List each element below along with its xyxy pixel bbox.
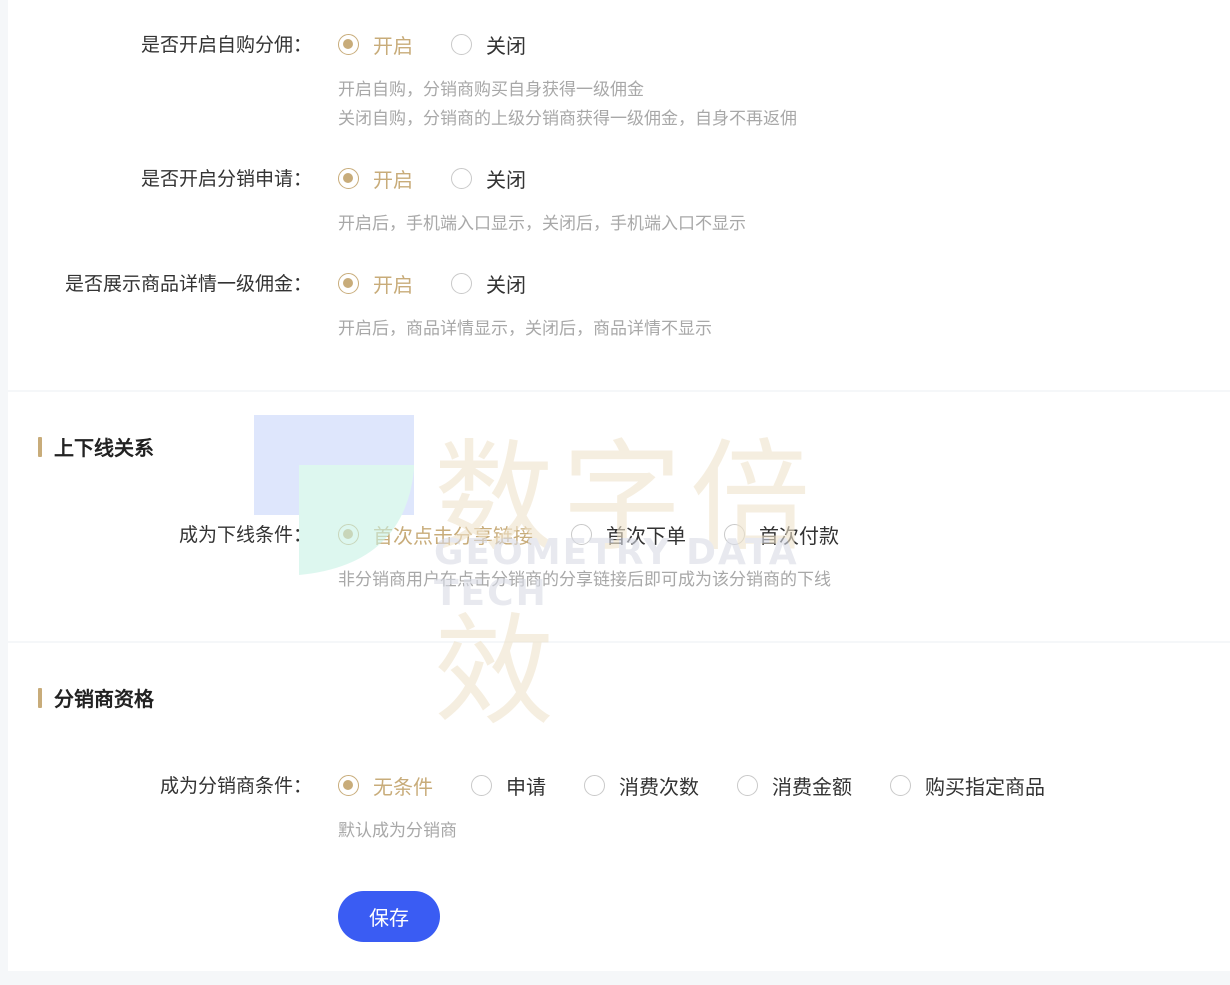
radio-unchecked-icon: [584, 775, 605, 796]
radio-option-no-condition[interactable]: 无条件: [338, 771, 433, 800]
radio-checked-icon: [338, 273, 359, 294]
radio-unchecked-icon: [571, 524, 592, 545]
show-commission-label: 是否展示商品详情一级佣金：: [64, 273, 312, 295]
radio-checked-icon: [338, 34, 359, 55]
distributor-condition-label: 成为分销商条件：: [159, 775, 312, 797]
apply-label: 是否开启分销申请：: [140, 168, 312, 190]
radio-unchecked-icon: [890, 775, 911, 796]
radio-option-apply[interactable]: 申请: [471, 771, 546, 800]
radio-option-first-order[interactable]: 首次下单: [571, 520, 686, 549]
self-purchase-radio-group: 开启 关闭: [338, 30, 564, 59]
apply-hint: 开启后，手机端入口显示，关闭后，手机端入口不显示: [338, 214, 746, 234]
radio-unchecked-icon: [451, 273, 472, 294]
radio-unchecked-icon: [471, 775, 492, 796]
radio-option-specific-product[interactable]: 购买指定商品: [890, 771, 1045, 800]
section-accent-bar: [38, 436, 42, 457]
distributor-condition-hint: 默认成为分销商: [338, 821, 457, 841]
radio-option-first-payment[interactable]: 首次付款: [724, 520, 839, 549]
radio-option-enable[interactable]: 开启: [338, 30, 413, 59]
section-title-relation: 上下线关系: [38, 432, 154, 461]
radio-option-disable[interactable]: 关闭: [451, 269, 526, 298]
self-purchase-label: 是否开启自购分佣：: [140, 34, 312, 56]
apply-radio-group: 开启 关闭: [338, 164, 564, 193]
downline-condition-hint: 非分销商用户在点击分销商的分享链接后即可成为该分销商的下线: [338, 570, 831, 590]
section-title-qualification: 分销商资格: [38, 683, 154, 712]
radio-option-disable[interactable]: 关闭: [451, 30, 526, 59]
radio-checked-icon: [338, 524, 359, 545]
settings-card: 是否开启自购分佣： 开启 关闭 开启自购，分销商购买自身获得一级佣金 关闭自购，…: [8, 0, 1230, 390]
downline-condition-radio-group: 首次点击分享链接 首次下单 首次付款: [338, 520, 877, 549]
section-accent-bar: [38, 687, 42, 708]
radio-unchecked-icon: [451, 34, 472, 55]
save-button[interactable]: 保存: [338, 891, 440, 942]
show-commission-hint: 开启后，商品详情显示，关闭后，商品详情不显示: [338, 319, 712, 339]
radio-option-enable[interactable]: 开启: [338, 164, 413, 193]
radio-option-enable[interactable]: 开启: [338, 269, 413, 298]
qualification-card: 分销商资格 成为分销商条件： 无条件 申请 消费次数 消费金额 购买指定商品 默…: [8, 643, 1230, 971]
radio-option-purchase-count[interactable]: 消费次数: [584, 771, 699, 800]
relation-card: 上下线关系 成为下线条件： 首次点击分享链接 首次下单 首次付款 非分销商用户在…: [8, 392, 1230, 641]
radio-option-purchase-amount[interactable]: 消费金额: [737, 771, 852, 800]
distributor-condition-radio-group: 无条件 申请 消费次数 消费金额 购买指定商品: [338, 771, 1083, 800]
show-commission-radio-group: 开启 关闭: [338, 269, 564, 298]
radio-unchecked-icon: [724, 524, 745, 545]
radio-option-first-share-click[interactable]: 首次点击分享链接: [338, 520, 533, 549]
downline-condition-label: 成为下线条件：: [178, 524, 312, 546]
radio-option-disable[interactable]: 关闭: [451, 164, 526, 193]
radio-checked-icon: [338, 775, 359, 796]
radio-unchecked-icon: [451, 168, 472, 189]
self-purchase-hint: 开启自购，分销商购买自身获得一级佣金 关闭自购，分销商的上级分销商获得一级佣金，…: [338, 80, 797, 129]
radio-unchecked-icon: [737, 775, 758, 796]
radio-checked-icon: [338, 168, 359, 189]
